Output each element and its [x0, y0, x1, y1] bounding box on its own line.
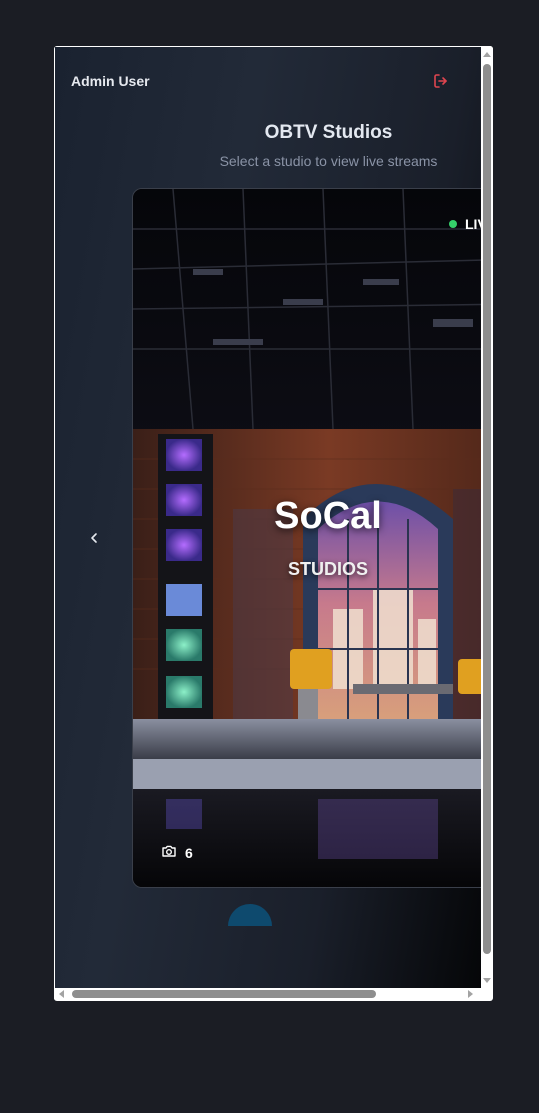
logout-icon[interactable]: [432, 72, 450, 90]
scroll-down-icon[interactable]: [483, 978, 491, 983]
live-label: LIVE: [465, 216, 481, 232]
studio-name: SoCal: [274, 495, 382, 537]
scroll-right-icon[interactable]: [468, 990, 473, 998]
horizontal-scrollbar[interactable]: [54, 988, 481, 1000]
live-badge: LIVE: [449, 216, 481, 232]
live-dot-icon: [449, 220, 457, 228]
vertical-scrollbar[interactable]: [481, 46, 493, 988]
loading-spinner: [228, 904, 272, 926]
scroll-left-icon[interactable]: [59, 990, 64, 998]
studio-subtitle: STUDIOS: [287, 559, 368, 579]
page-subtitle: Select a studio to view live streams: [219, 153, 438, 169]
horizontal-scroll-thumb[interactable]: [72, 990, 376, 998]
user-name: Admin User: [71, 73, 150, 89]
photo-count: 6: [161, 843, 193, 862]
browser-frame: Admin User OBTV Studios Select a studio …: [54, 46, 493, 1001]
chevron-left-icon[interactable]: [85, 529, 103, 547]
scroll-up-icon[interactable]: [483, 52, 491, 57]
vertical-scroll-thumb[interactable]: [483, 64, 491, 954]
photo-count-value: 6: [185, 844, 193, 861]
page-title: OBTV Studios: [264, 122, 393, 143]
studio-image: [133, 189, 481, 887]
camera-icon: [161, 843, 177, 862]
app-viewport: Admin User OBTV Studios Select a studio …: [55, 47, 481, 988]
studio-card[interactable]: LIVE SoCal STUDIOS 6: [132, 188, 481, 888]
